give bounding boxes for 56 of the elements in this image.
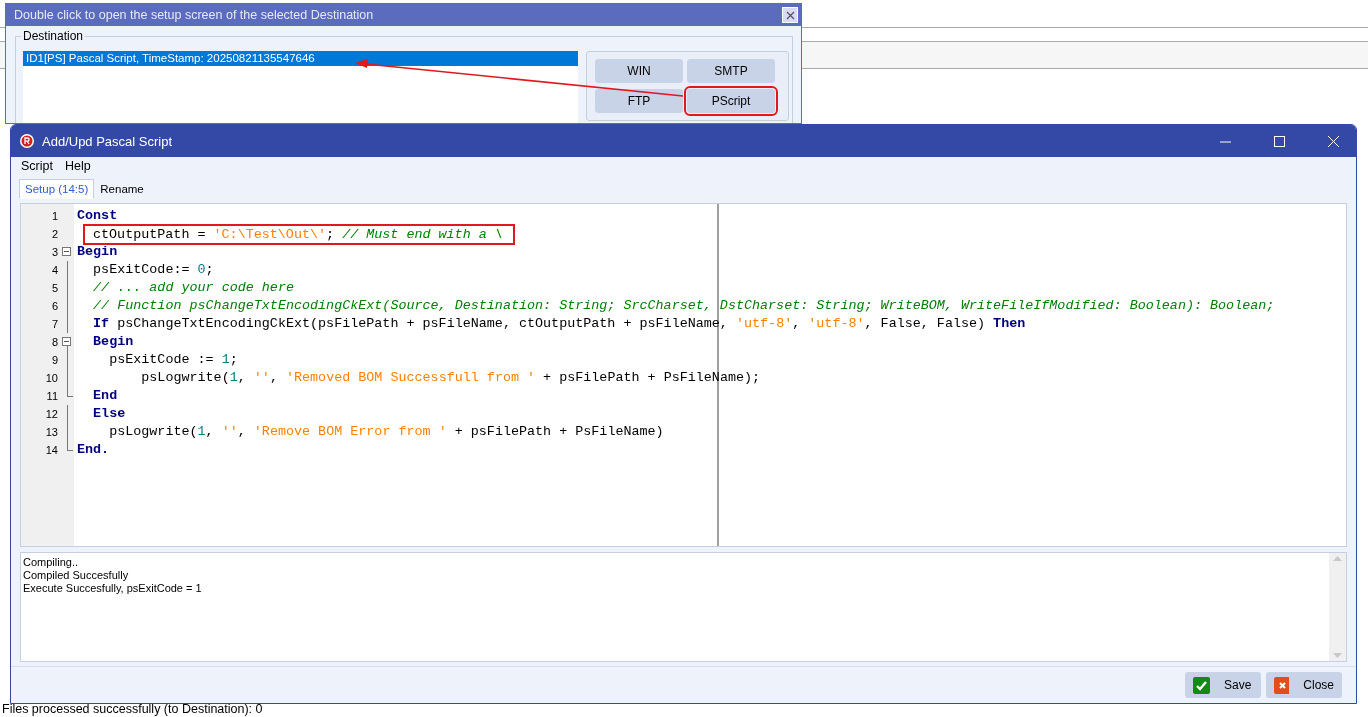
close-icon: [1274, 676, 1290, 694]
line-number: 2: [50, 228, 58, 240]
line-number: 12: [44, 408, 58, 420]
app-logo-icon: [20, 134, 34, 148]
checkmark-icon: [1193, 676, 1210, 694]
line-number: 6: [50, 300, 58, 312]
dialog-button[interactable]: Close: [1266, 672, 1342, 698]
close-icon: [1327, 135, 1339, 147]
code-line: ctOutputPath = 'C:\Test\Out\'; // Must end with a \: [85, 226, 513, 243]
tab[interactable]: Setup (14:5): [19, 179, 95, 199]
code-line: Else: [92, 405, 126, 423]
line-number: 11: [45, 390, 58, 402]
code-line: End: [92, 387, 118, 405]
destination-type-button[interactable]: PScript: [687, 89, 775, 113]
line-number: 4: [50, 264, 58, 276]
group-label: Destination: [21, 29, 86, 43]
destination-type-button[interactable]: WIN: [595, 59, 683, 83]
line-number: 1: [50, 210, 58, 222]
code-line: psExitCode := 1;: [108, 351, 238, 369]
code-editor[interactable]: [20, 203, 1347, 547]
line-number: 10: [44, 372, 58, 384]
line-number: 7: [50, 318, 58, 330]
code-line: psLogwrite(1, '', 'Removed BOM Successfull from ' + psFilePath + PsFileName);: [140, 369, 761, 387]
line-number: 5: [50, 282, 58, 294]
menu-item[interactable]: Script: [21, 159, 53, 175]
line-number: 14: [44, 444, 58, 456]
code-line: End.: [77, 441, 110, 459]
code-line: // ... add your code here: [92, 279, 294, 297]
log-line: Compiling..: [23, 556, 80, 569]
fold-toggle-icon[interactable]: [62, 247, 71, 256]
code-line: Begin: [77, 243, 118, 261]
window-title: Double click to open the setup screen of the selected Destination: [14, 8, 375, 22]
dialog-button[interactable]: Save: [1185, 672, 1261, 698]
destination-type-button[interactable]: FTP: [595, 89, 683, 113]
fold-toggle-icon[interactable]: [62, 337, 71, 346]
status-text: Files processed successfully (to Destination): 0: [1, 702, 264, 717]
code-line: // Function psChangeTxtEncodingCkExt(Source, Destination: String; SrcCharset, DstCharset: String; WriteBOM, WriteFileIfModified: Boolean): Boolean;: [92, 297, 1275, 315]
destination-type-button[interactable]: SMTP: [687, 59, 775, 83]
close-button[interactable]: [782, 7, 798, 23]
menu-item[interactable]: Help: [64, 159, 91, 175]
list-item[interactable]: ID1[PS] Pascal Script, TimeStamp: 20250821135547646: [23, 51, 578, 66]
line-number: 3: [50, 246, 58, 258]
close-icon: [785, 10, 795, 20]
line-number: 8: [50, 336, 58, 348]
code-line: Const: [77, 207, 118, 225]
code-line: Begin: [92, 333, 134, 351]
code-line: psExitCode:= 0;: [92, 261, 214, 279]
tab[interactable]: Rename: [94, 179, 150, 199]
code-line: psLogwrite(1, '', 'Remove BOM Error from ' + psFilePath + PsFileName): [108, 423, 664, 441]
line-number: 9: [50, 354, 58, 366]
log-line: Compiled Succesfully: [23, 569, 130, 582]
maximize-icon: [1273, 135, 1285, 147]
code-line: If psChangeTxtEncodingCkExt(psFilePath + psFileName, ctOutputPath + psFileName, 'utf-8', 'utf-8', False, False) Then: [92, 315, 1026, 333]
window-title: Add/Upd Pascal Script: [42, 133, 174, 149]
line-number: 13: [44, 426, 58, 438]
log-line: Execute Succesfully, psExitCode = 1: [23, 582, 203, 595]
